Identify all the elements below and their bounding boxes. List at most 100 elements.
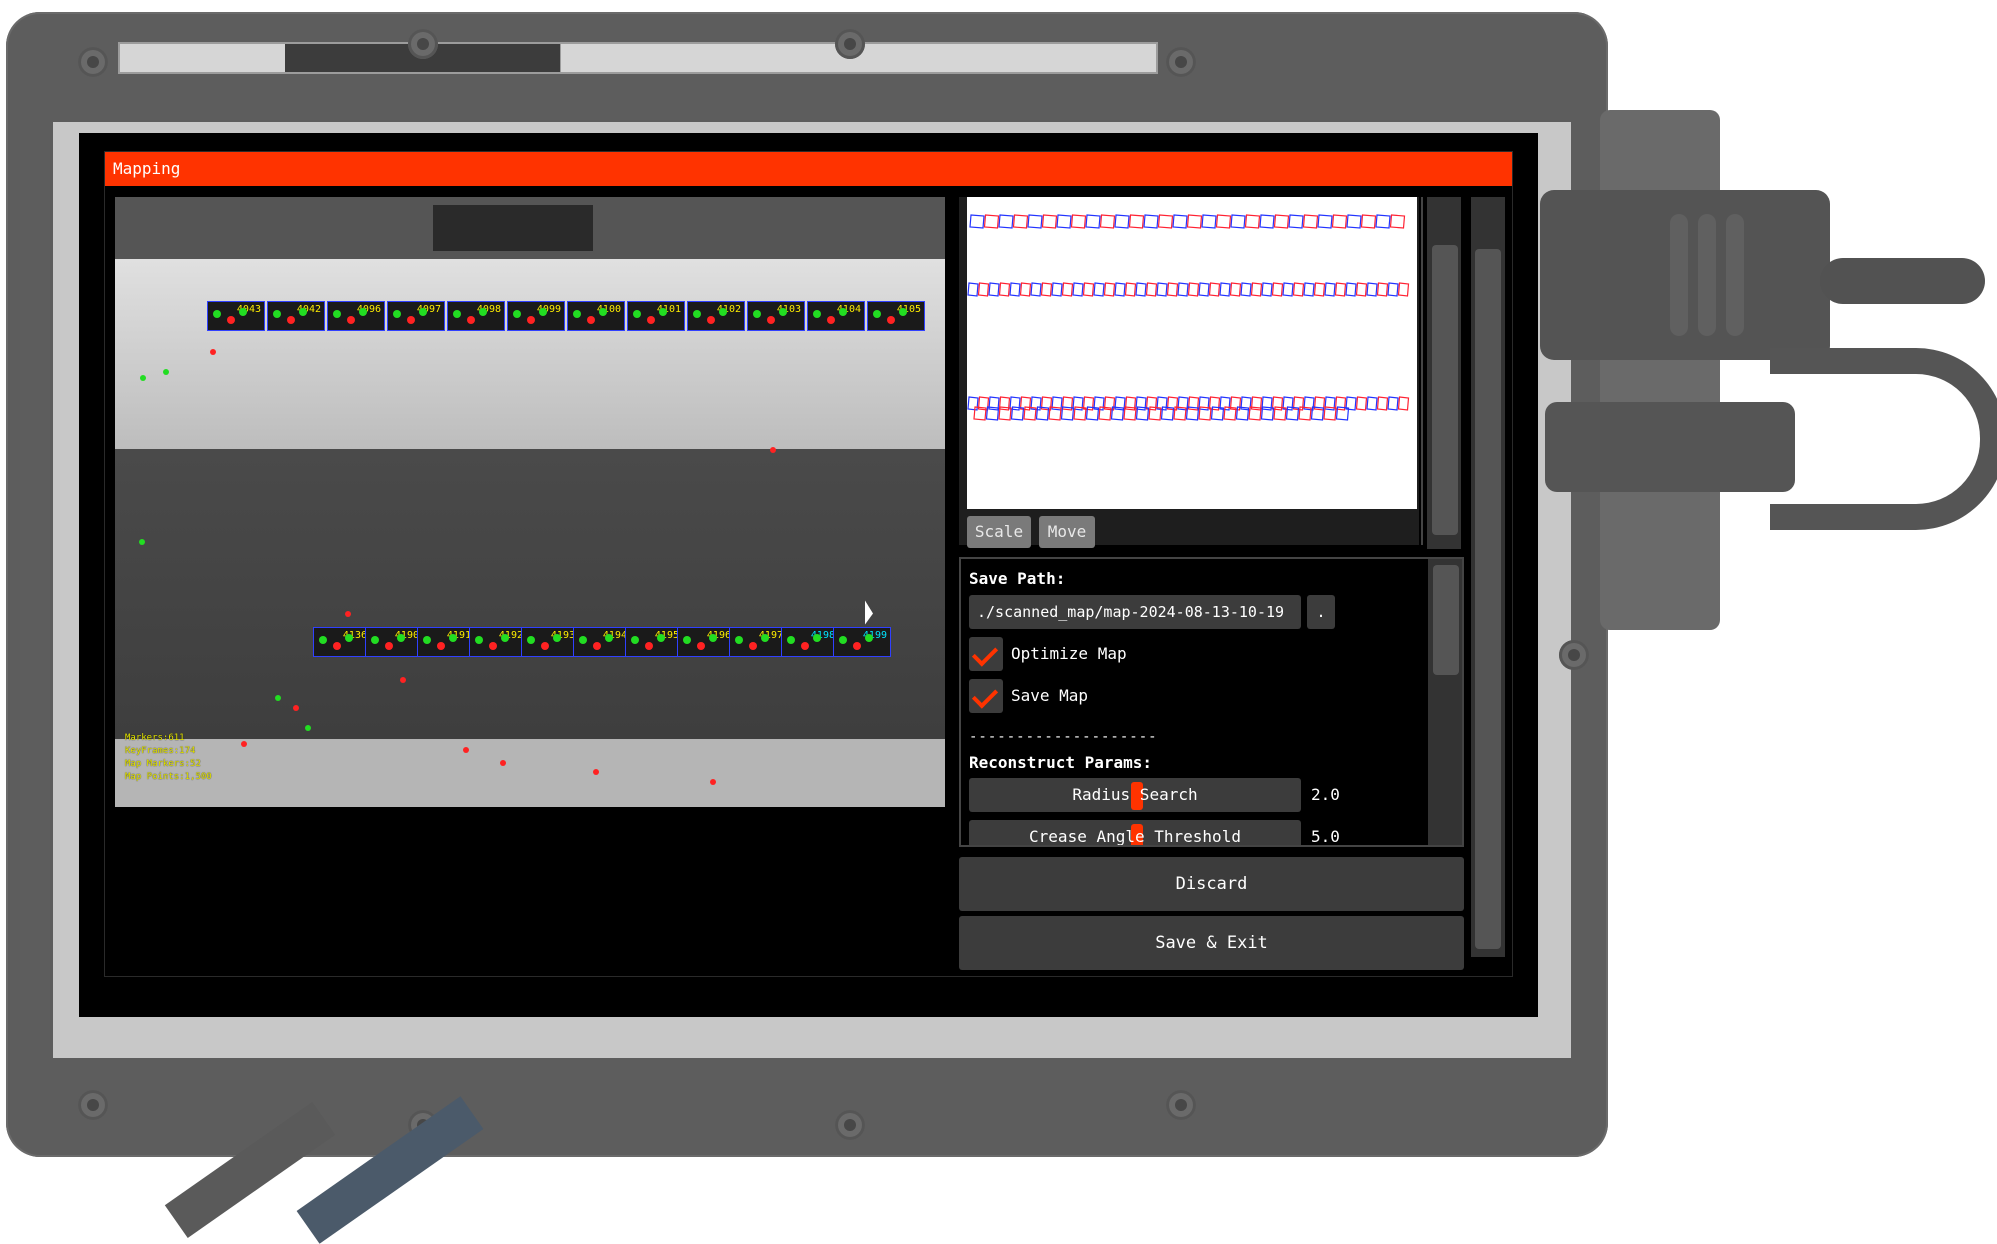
map-marker-outline xyxy=(1072,282,1084,297)
map-marker-outline xyxy=(1103,282,1116,297)
screw-icon xyxy=(835,1110,865,1140)
map-marker-outline xyxy=(1387,282,1399,297)
map-preview-panel: Scale Move xyxy=(959,197,1423,548)
map-marker-outline xyxy=(1334,282,1347,297)
camera-board-upper xyxy=(115,259,945,449)
map-marker-outline xyxy=(1187,282,1200,297)
move-button[interactable]: Move xyxy=(1039,516,1095,548)
feature-point xyxy=(463,747,469,753)
window-title: Mapping xyxy=(105,152,1512,186)
stat-map-points: Map Points:1,500 xyxy=(125,772,212,782)
radius-search-slider[interactable]: Radius Search xyxy=(969,778,1301,812)
map-marker-outline xyxy=(1387,396,1399,411)
feature-point xyxy=(500,760,506,766)
map-marker-outline xyxy=(969,214,985,229)
map-marker-outline xyxy=(967,396,979,411)
save-exit-button[interactable]: Save & Exit xyxy=(959,916,1464,970)
discard-button[interactable]: Discard xyxy=(959,857,1464,911)
map-marker-outline xyxy=(1397,396,1410,411)
marker-tag: 4190 xyxy=(365,627,423,657)
map-marker-outline xyxy=(1051,282,1063,297)
settings-scrollbar-thumb[interactable] xyxy=(1433,565,1459,675)
map-marker-outline xyxy=(1302,214,1319,229)
map-marker-outline xyxy=(998,282,1011,297)
reconstruct-params-label: Reconstruct Params: xyxy=(969,753,1153,772)
mouse-cursor-icon xyxy=(865,600,873,628)
map-marker-outline xyxy=(1244,214,1261,229)
marker-tag: 4196 xyxy=(677,627,735,657)
save-path-label: Save Path: xyxy=(969,569,1066,588)
side-bracket xyxy=(1600,110,1720,630)
map-marker-outline xyxy=(1303,282,1315,297)
optimize-map-label: Optimize Map xyxy=(1011,644,1127,663)
map-marker-outline xyxy=(1376,396,1389,411)
map-marker-outline xyxy=(1259,214,1275,229)
check-icon xyxy=(971,640,999,667)
map-scrollbar-thumb[interactable] xyxy=(1432,245,1458,535)
marker-tag: 4100 xyxy=(567,301,625,331)
map-marker-outline xyxy=(1012,214,1029,229)
map-marker-outline xyxy=(1375,214,1391,229)
map-marker-outline xyxy=(1099,214,1116,229)
hdmi-rib xyxy=(1726,214,1744,336)
map-marker-outline xyxy=(988,282,1000,297)
map-marker-outline xyxy=(1208,282,1221,297)
map-marker-outline xyxy=(1019,282,1032,297)
map-marker-outline xyxy=(1324,282,1336,297)
map-marker-outline xyxy=(1056,214,1072,229)
window-scrollbar-thumb[interactable] xyxy=(1475,249,1501,949)
feature-point xyxy=(305,725,311,731)
map-marker-outline xyxy=(1085,214,1101,229)
marker-row-bottom: 4136 4190 4191 4192 4193 4194 4195 4196 4197 4198… xyxy=(115,627,945,659)
feature-point xyxy=(275,695,281,701)
map-marker-outline xyxy=(1229,282,1242,297)
crease-angle-label: Crease Angle Threshold xyxy=(1029,827,1241,846)
map-scrollbar[interactable] xyxy=(1427,197,1461,549)
map-marker-outline xyxy=(1389,214,1406,229)
map-marker-outline xyxy=(1061,282,1074,297)
browse-path-button[interactable]: . xyxy=(1307,595,1335,629)
scale-button[interactable]: Scale xyxy=(967,516,1031,548)
save-map-checkbox[interactable] xyxy=(969,679,1003,713)
marker-tag: 4099 xyxy=(507,301,565,331)
section-divider: -------------------- xyxy=(969,729,1158,745)
panel-separator xyxy=(1421,197,1423,545)
marker-tag: 4136 xyxy=(313,627,371,657)
save-path-input[interactable]: ./scanned_map/map-2024-08-13-10-19 xyxy=(969,595,1301,629)
camera-board-lower xyxy=(115,739,945,807)
map-preview-graphic xyxy=(967,214,1410,421)
map-marker-outline xyxy=(1230,214,1246,229)
optimize-map-checkbox[interactable] xyxy=(969,637,1003,671)
crease-angle-value: 5.0 xyxy=(1311,827,1340,846)
mapping-window: Mapping 4043 4042 4096 4097 4098 4099 4100 4101… xyxy=(104,151,1513,977)
map-marker-outline xyxy=(983,214,1000,229)
hdmi-rib xyxy=(1698,214,1716,336)
map-marker-outline xyxy=(1366,396,1378,411)
camera-view[interactable]: 4043 4042 4096 4097 4098 4099 4100 4101 4102 4103… xyxy=(115,197,945,807)
map-marker-outline xyxy=(1397,282,1410,297)
radius-search-label: Radius Search xyxy=(1072,785,1198,804)
crease-angle-slider[interactable]: Crease Angle Threshold xyxy=(969,820,1301,846)
marker-tag: 4105 xyxy=(867,301,925,331)
screw-icon xyxy=(1166,1090,1196,1120)
screw-icon xyxy=(835,29,865,59)
camera-board-side xyxy=(115,449,945,739)
feature-point xyxy=(593,769,599,775)
window-scrollbar[interactable] xyxy=(1471,197,1505,957)
settings-scrollbar[interactable] xyxy=(1428,559,1462,845)
map-marker-outline xyxy=(1360,214,1377,229)
feature-point xyxy=(400,677,406,683)
feature-point xyxy=(293,705,299,711)
map-marker-outline xyxy=(1366,282,1378,297)
marker-tag: 4103 xyxy=(747,301,805,331)
screw-icon xyxy=(1559,640,1589,670)
map-preview-canvas[interactable] xyxy=(967,197,1417,509)
map-marker-outline xyxy=(1345,282,1357,297)
feature-point xyxy=(140,375,146,381)
map-marker-outline xyxy=(1172,214,1188,229)
stat-map-markers: Map Markers:52 xyxy=(125,759,201,769)
screw-icon xyxy=(78,1090,108,1120)
marker-tag: 4097 xyxy=(387,301,445,331)
feature-point xyxy=(139,539,145,545)
map-marker-outline xyxy=(1331,214,1348,229)
